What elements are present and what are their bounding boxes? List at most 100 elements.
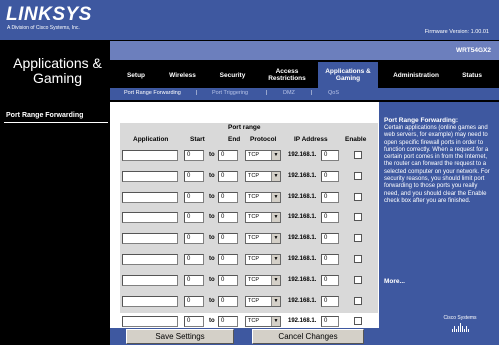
protocol-select[interactable]: TCP ▼ bbox=[245, 170, 281, 182]
to-label: to bbox=[209, 297, 215, 304]
protocol-select[interactable]: TCP ▼ bbox=[245, 254, 281, 265]
ip-last-octet-input[interactable]: 0 bbox=[321, 212, 339, 224]
protocol-select[interactable]: TCP ▼ bbox=[245, 316, 281, 328]
protocol-value: TCP bbox=[248, 235, 259, 242]
enable-checkbox[interactable] bbox=[354, 151, 362, 159]
ip-last-octet-input[interactable]: 0 bbox=[321, 233, 339, 245]
start-port-input[interactable]: 0 bbox=[184, 170, 204, 182]
tab-applications-gaming[interactable]: Applications & Gaming bbox=[318, 62, 378, 88]
ip-prefix: 192.168.1. bbox=[288, 235, 317, 242]
to-label: to bbox=[209, 276, 215, 283]
enable-checkbox[interactable] bbox=[354, 317, 362, 326]
end-port-input[interactable]: 0 bbox=[218, 274, 238, 286]
enable-checkbox[interactable] bbox=[354, 213, 362, 222]
start-port-input[interactable]: 0 bbox=[184, 233, 204, 245]
end-port-input[interactable]: 0 bbox=[218, 316, 238, 328]
ip-last-octet-input[interactable]: 0 bbox=[321, 170, 339, 182]
help-more-link[interactable]: More... bbox=[384, 278, 405, 285]
table-row: 0 to 0 TCP ▼ 192.168.1. 0 bbox=[120, 292, 378, 312]
tab-setup[interactable]: Setup bbox=[116, 62, 156, 88]
left-column bbox=[0, 102, 110, 330]
application-input[interactable] bbox=[122, 150, 178, 161]
enable-checkbox[interactable] bbox=[354, 171, 362, 180]
tab-security[interactable]: Security bbox=[210, 62, 255, 88]
port-range-header: Port range bbox=[228, 124, 261, 131]
start-port-input[interactable]: 0 bbox=[184, 274, 204, 286]
end-port-input[interactable]: 0 bbox=[218, 191, 238, 203]
chevron-down-icon: ▼ bbox=[271, 275, 280, 285]
tab-status[interactable]: Status bbox=[452, 62, 492, 88]
protocol-select[interactable]: TCP ▼ bbox=[245, 233, 281, 245]
start-port-input[interactable]: 0 bbox=[184, 254, 204, 265]
tab-wireless[interactable]: Wireless bbox=[160, 62, 205, 88]
end-port-input[interactable]: 0 bbox=[218, 254, 238, 265]
enable-checkbox[interactable] bbox=[354, 296, 362, 305]
end-port-input[interactable]: 0 bbox=[218, 170, 238, 182]
cisco-logo-text: Cisco Systems bbox=[443, 315, 477, 321]
to-label: to bbox=[209, 152, 215, 158]
protocol-select[interactable]: TCP ▼ bbox=[245, 212, 281, 224]
application-input[interactable] bbox=[122, 212, 178, 224]
save-settings-button[interactable]: Save Settings bbox=[126, 329, 234, 344]
table-row: 0 to 0 TCP ▼ 192.168.1. 0 bbox=[120, 271, 378, 291]
start-port-input[interactable]: 0 bbox=[184, 191, 204, 203]
start-port-input[interactable]: 0 bbox=[184, 316, 204, 328]
enable-checkbox[interactable] bbox=[354, 234, 362, 243]
chevron-down-icon: ▼ bbox=[271, 192, 280, 202]
protocol-value: TCP bbox=[248, 276, 259, 283]
application-input[interactable] bbox=[122, 233, 178, 245]
ip-last-octet-input[interactable]: 0 bbox=[321, 254, 339, 265]
enable-checkbox[interactable] bbox=[354, 275, 362, 284]
end-port-input[interactable]: 0 bbox=[218, 212, 238, 224]
chevron-down-icon: ▼ bbox=[271, 255, 280, 264]
application-input[interactable] bbox=[122, 295, 178, 307]
table-row: 0 to 0 TCP ▼ 192.168.1. 0 bbox=[120, 250, 378, 270]
ip-prefix: 192.168.1. bbox=[288, 193, 317, 200]
table-row: 0 to 0 TCP ▼ 192.168.1. 0 bbox=[120, 167, 378, 187]
enable-checkbox[interactable] bbox=[354, 255, 362, 263]
end-port-input[interactable]: 0 bbox=[218, 233, 238, 245]
ip-prefix: 192.168.1. bbox=[288, 172, 317, 179]
start-port-input[interactable]: 0 bbox=[184, 150, 204, 161]
ip-last-octet-input[interactable]: 0 bbox=[321, 191, 339, 203]
ip-last-octet-input[interactable]: 0 bbox=[321, 295, 339, 307]
protocol-select[interactable]: TCP ▼ bbox=[245, 150, 281, 161]
ip-last-octet-input[interactable]: 0 bbox=[321, 316, 339, 328]
start-port-input[interactable]: 0 bbox=[184, 212, 204, 224]
subtab-dmz[interactable]: DMZ bbox=[283, 90, 295, 96]
column-ip-address: IP Address bbox=[294, 136, 328, 143]
enable-checkbox[interactable] bbox=[354, 192, 362, 201]
protocol-select[interactable]: TCP ▼ bbox=[245, 191, 281, 203]
end-port-input[interactable]: 0 bbox=[218, 295, 238, 307]
application-input[interactable] bbox=[122, 274, 178, 286]
cancel-changes-button[interactable]: Cancel Changes bbox=[252, 329, 364, 344]
application-input[interactable] bbox=[122, 254, 178, 265]
application-input[interactable] bbox=[122, 170, 178, 182]
protocol-value: TCP bbox=[248, 214, 259, 221]
ip-last-octet-input[interactable]: 0 bbox=[321, 150, 339, 161]
ip-prefix: 192.168.1. bbox=[288, 318, 317, 325]
to-label: to bbox=[209, 318, 215, 325]
protocol-value: TCP bbox=[248, 193, 259, 200]
end-port-input[interactable]: 0 bbox=[218, 150, 238, 161]
subtab-qos[interactable]: QoS bbox=[328, 90, 339, 96]
subtab-port-triggering[interactable]: Port Triggering bbox=[212, 90, 248, 96]
protocol-select[interactable]: TCP ▼ bbox=[245, 295, 281, 307]
column-enable: Enable bbox=[345, 136, 367, 143]
help-title: Port Range Forwarding: bbox=[384, 117, 459, 124]
protocol-select[interactable]: TCP ▼ bbox=[245, 274, 281, 286]
column-application: Application bbox=[133, 136, 169, 143]
tab-access-restrictions[interactable]: Access Restrictions bbox=[262, 62, 312, 88]
start-port-input[interactable]: 0 bbox=[184, 295, 204, 307]
left-footer bbox=[0, 330, 110, 345]
chevron-down-icon: ▼ bbox=[271, 213, 280, 223]
divider bbox=[4, 122, 108, 123]
subtab-separator: | bbox=[311, 90, 313, 96]
tab-administration[interactable]: Administration bbox=[382, 62, 450, 88]
application-input[interactable] bbox=[122, 191, 178, 203]
application-input[interactable] bbox=[122, 316, 178, 328]
model-row: WRT54GX2 bbox=[110, 41, 499, 60]
ip-last-octet-input[interactable]: 0 bbox=[321, 274, 339, 286]
subtab-port-range-forwarding[interactable]: Port Range Forwarding bbox=[124, 90, 181, 96]
chevron-down-icon: ▼ bbox=[271, 151, 280, 160]
